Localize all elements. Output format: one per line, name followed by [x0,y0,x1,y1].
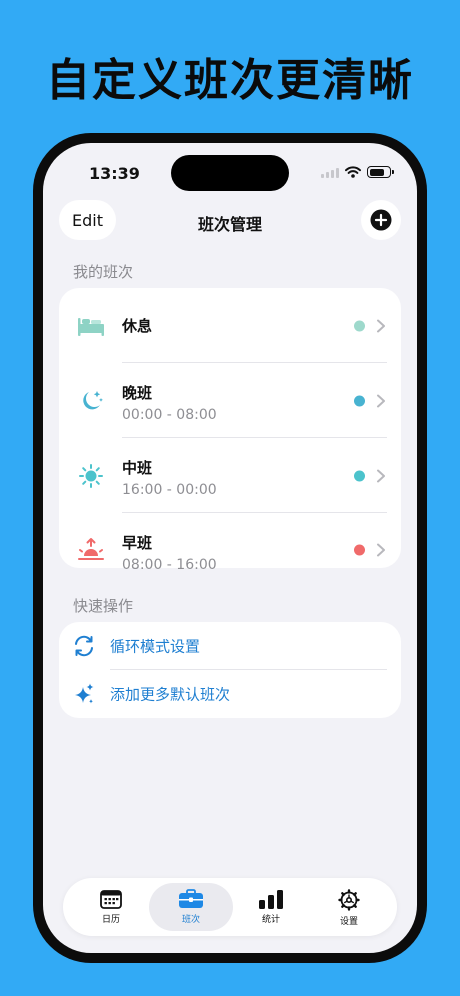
briefcase-icon [179,889,203,908]
shift-row-night[interactable]: 晚班 00:00 - 08:00 [59,363,401,438]
chevron-right-icon [377,394,385,407]
shift-hours: 08:00 - 16:00 [122,557,217,573]
tab-statistics[interactable]: 统计 [229,883,313,931]
battery-icon [367,166,394,178]
shift-row-rest[interactable]: 休息 [59,288,401,363]
plus-circle-icon [370,209,392,231]
shift-row-morning[interactable]: 早班 08:00 - 16:00 [59,513,401,573]
cycle-arrows-icon [71,633,97,659]
status-time: 13:39 [89,164,140,183]
shift-color-dot [354,470,365,481]
wifi-icon [345,166,361,178]
bed-icon [77,312,105,340]
my-shifts-section-title: 我的班次 [73,263,134,281]
tab-label: 统计 [261,915,280,925]
cellular-signal-icon [321,166,339,178]
add-shift-button[interactable] [361,200,401,240]
chevron-right-icon [377,469,385,482]
bar-chart-icon [259,890,283,909]
add-default-shifts-row[interactable]: 添加更多默认班次 [59,670,401,718]
sparkles-icon [71,681,97,707]
tab-label: 日历 [101,915,120,925]
tab-label: 班次 [181,915,200,925]
phone-frame: 13:39 Edit 班次管理 我的班次 休息 晚班 00:00 - 08:00… [33,133,427,963]
shift-hours: 00:00 - 08:00 [122,407,217,423]
cycle-mode-settings-row[interactable]: 循环模式设置 [59,622,401,670]
tab-bar: 日历 班次 统计 设置 [63,878,397,936]
chevron-right-icon [377,319,385,332]
status-icons [321,165,394,179]
shift-color-dot [354,320,365,331]
shift-row-middle[interactable]: 中班 16:00 - 00:00 [59,438,401,513]
gear-icon [338,889,360,911]
shift-name: 早班 [122,534,153,552]
tab-settings[interactable]: 设置 [307,883,391,931]
tab-shifts[interactable]: 班次 [149,883,233,931]
moon-stars-icon [77,387,105,415]
calendar-icon [100,890,122,909]
quick-actions-card: 循环模式设置 添加更多默认班次 [59,622,401,718]
my-shifts-card: 休息 晚班 00:00 - 08:00 中班 16:00 - 00:00 早班 … [59,288,401,573]
shift-hours: 16:00 - 00:00 [122,482,217,498]
tab-calendar[interactable]: 日历 [69,883,153,931]
shift-name: 中班 [122,459,153,477]
promo-headline: 自定义班次更清晰 [46,55,414,106]
sun-icon [77,462,105,490]
shift-color-dot [354,395,365,406]
sunrise-icon [77,536,105,564]
tab-label: 设置 [339,917,358,927]
app-screen: 13:39 Edit 班次管理 我的班次 休息 晚班 00:00 - 08:00… [43,143,417,953]
shift-name: 晚班 [122,384,153,402]
shift-name: 休息 [122,317,153,335]
quick-actions-section-title: 快速操作 [73,597,134,615]
shift-color-dot [354,544,365,556]
dynamic-island [171,155,289,191]
chevron-right-icon [377,543,385,557]
action-label: 循环模式设置 [110,637,201,656]
action-label: 添加更多默认班次 [110,685,231,704]
